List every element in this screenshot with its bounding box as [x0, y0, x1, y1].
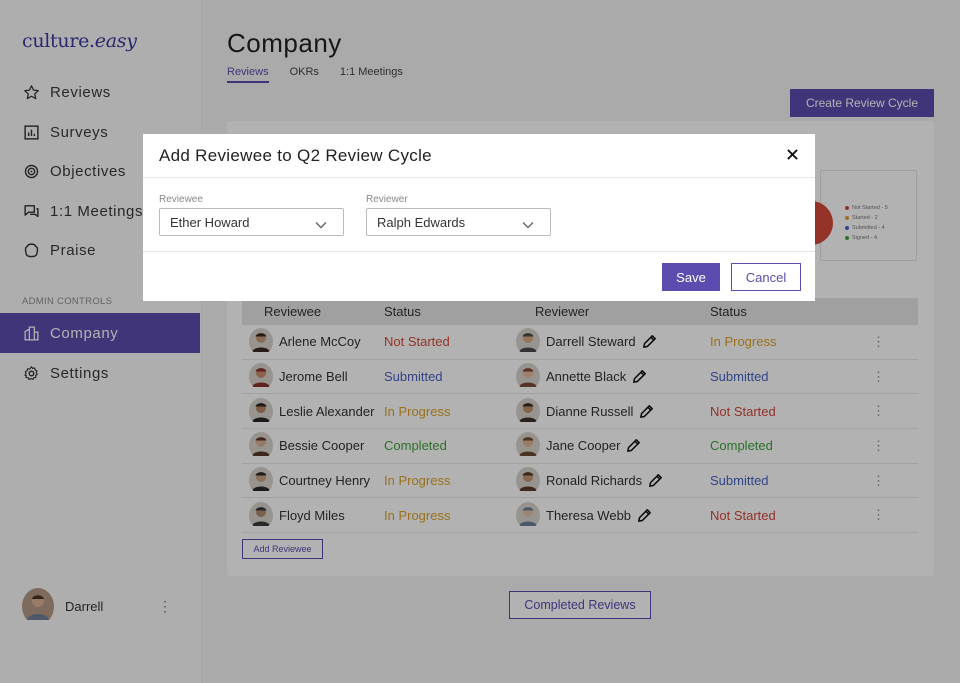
modal-divider: [143, 251, 815, 252]
reviewer-select[interactable]: Ralph Edwards: [366, 208, 551, 236]
modal-backdrop[interactable]: [0, 0, 960, 683]
reviewee-field-label: Reviewee: [159, 194, 203, 205]
chevron-down-icon: [522, 217, 534, 232]
modal-title: Add Reviewee to Q2 Review Cycle: [159, 146, 432, 165]
save-button[interactable]: Save: [662, 263, 720, 291]
reviewer-select-value: Ralph Edwards: [377, 214, 466, 230]
modal-divider: [143, 177, 815, 178]
add-reviewee-modal: Add Reviewee to Q2 Review Cycle Reviewee…: [143, 134, 815, 301]
reviewer-field-label: Reviewer: [366, 194, 408, 205]
reviewee-select[interactable]: Ether Howard: [159, 208, 344, 236]
chevron-down-icon: [315, 217, 327, 232]
close-icon[interactable]: [784, 146, 800, 162]
reviewee-select-value: Ether Howard: [170, 214, 250, 230]
cancel-button[interactable]: Cancel: [731, 263, 801, 291]
